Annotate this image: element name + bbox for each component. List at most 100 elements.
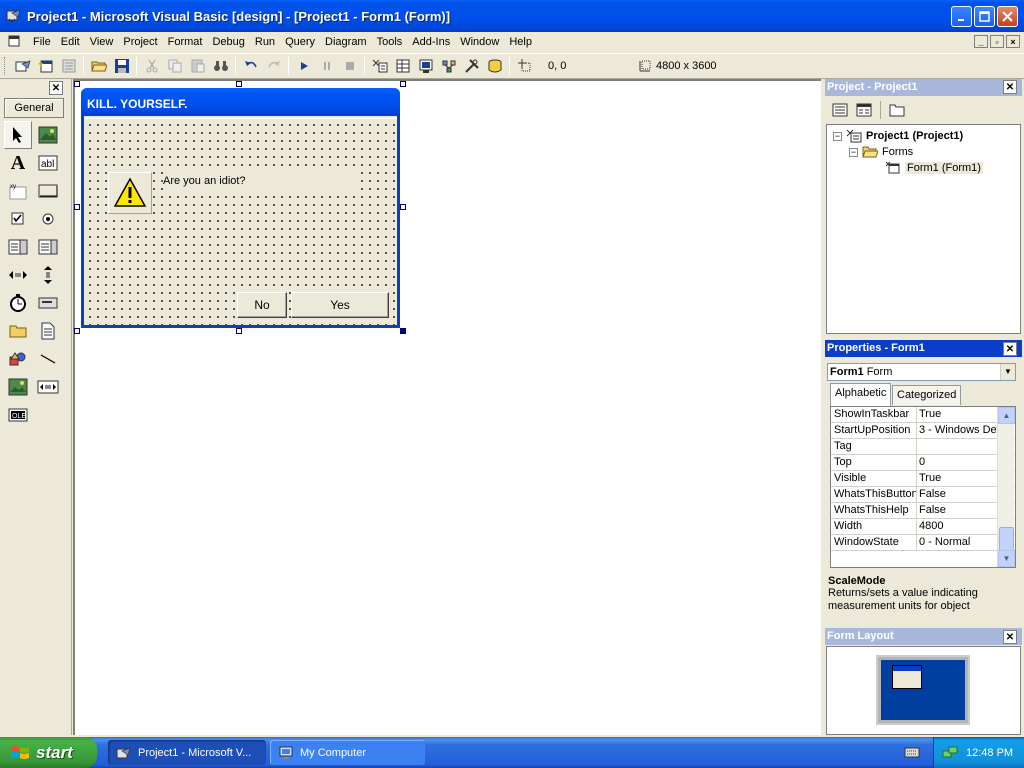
property-value[interactable] [917, 439, 997, 454]
tree-node-forms[interactable]: − Forms [849, 144, 913, 160]
pointer-tool[interactable] [4, 121, 32, 149]
add-form-button[interactable]: ✦ [34, 55, 57, 77]
keyboard-icon[interactable] [904, 745, 920, 759]
scroll-down-icon[interactable]: ▼ [998, 550, 1015, 567]
child-minimize-button[interactable]: _ [974, 35, 988, 48]
chevron-down-icon[interactable]: ▼ [1000, 364, 1015, 380]
tab-categorized[interactable]: Categorized [892, 385, 962, 405]
network-icon[interactable] [942, 745, 958, 761]
listbox-tool[interactable] [34, 233, 62, 261]
property-value[interactable]: True [917, 407, 997, 422]
vb-app-icon[interactable] [6, 8, 22, 24]
commandbutton-tool[interactable] [34, 177, 62, 205]
property-value[interactable]: False [917, 503, 997, 518]
start-button[interactable]: start [0, 737, 97, 768]
child-restore-button[interactable]: ▫ [990, 35, 1004, 48]
textbox-tool[interactable]: abl [34, 149, 62, 177]
picturebox-tool[interactable] [34, 121, 62, 149]
dirlistbox-tool[interactable] [4, 317, 32, 345]
menu-project[interactable]: Project [118, 32, 162, 52]
menu-view[interactable]: View [85, 32, 119, 52]
resize-handle-l[interactable] [74, 204, 80, 210]
form-position-preview[interactable] [892, 665, 922, 689]
collapse-icon[interactable]: − [849, 147, 858, 157]
project-explorer-button[interactable] [368, 55, 391, 77]
combobox-tool[interactable] [4, 233, 32, 261]
resize-handle-t[interactable] [236, 81, 242, 87]
properties-close-button[interactable]: ✕ [1003, 342, 1017, 356]
close-button[interactable] [997, 6, 1018, 27]
image-tool[interactable] [4, 373, 32, 401]
object-browser-button[interactable] [437, 55, 460, 77]
cut-button[interactable] [140, 55, 163, 77]
project-explorer-close-button[interactable]: ✕ [1003, 80, 1017, 94]
menu-query[interactable]: Query [280, 32, 320, 52]
property-row[interactable]: Tag [831, 439, 1015, 455]
menu-edit[interactable]: Edit [56, 32, 85, 52]
property-row[interactable]: Visible True [831, 471, 1015, 487]
form-layout-close-button[interactable]: ✕ [1003, 630, 1017, 644]
scroll-thumb[interactable] [999, 527, 1014, 551]
resize-handle-tl[interactable] [74, 81, 80, 87]
checkbox-tool[interactable] [4, 205, 32, 233]
optionbutton-tool[interactable] [34, 205, 62, 233]
menu-debug[interactable]: Debug [207, 32, 249, 52]
frame-tool[interactable]: xy [4, 177, 32, 205]
open-project-button[interactable] [87, 55, 110, 77]
property-row[interactable]: Width 4800 [831, 519, 1015, 535]
menu-diagram[interactable]: Diagram [320, 32, 372, 52]
menu-window[interactable]: Window [455, 32, 504, 52]
resize-handle-tr[interactable] [400, 81, 406, 87]
copy-button[interactable] [163, 55, 186, 77]
tree-node-project[interactable]: − Project1 (Project1) [833, 128, 963, 144]
hscrollbar-tool[interactable] [4, 261, 32, 289]
properties-window-button[interactable] [391, 55, 414, 77]
save-project-button[interactable] [110, 55, 133, 77]
property-value[interactable]: 4800 [917, 519, 997, 534]
menu-run[interactable]: Run [250, 32, 280, 52]
scroll-up-icon[interactable]: ▲ [998, 407, 1015, 424]
label-tool[interactable]: A [4, 149, 32, 177]
property-row[interactable]: ShowInTaskbar True [831, 407, 1015, 423]
taskbar-button-my-computer[interactable]: My Computer [270, 740, 425, 765]
child-close-button[interactable]: × [1006, 35, 1020, 48]
clock[interactable]: 12:48 PM [966, 747, 1013, 759]
property-row[interactable]: WhatsThisButton False [831, 487, 1015, 503]
start-button[interactable] [292, 55, 315, 77]
filelistbox-tool[interactable] [34, 317, 62, 345]
menu-file[interactable]: File [28, 32, 56, 52]
property-value[interactable]: 0 - Normal [917, 535, 997, 550]
property-row[interactable]: WindowState 0 - Normal [831, 535, 1015, 551]
property-row[interactable]: WhatsThisHelp False [831, 503, 1015, 519]
taskbar-button-vb[interactable]: Project1 - Microsoft V... [108, 740, 266, 765]
view-object-button[interactable] [853, 100, 875, 120]
property-value[interactable]: True [917, 471, 997, 486]
property-row[interactable]: Top 0 [831, 455, 1015, 471]
data-tool[interactable] [34, 373, 62, 401]
ole-tool[interactable]: OLE [4, 401, 32, 429]
menu-editor-button[interactable] [57, 55, 80, 77]
timer-tool[interactable] [4, 289, 32, 317]
view-code-button[interactable] [829, 100, 851, 120]
tab-alphabetic[interactable]: Alphabetic [830, 383, 892, 406]
property-row[interactable]: StartUpPosition 3 - Windows Def [831, 423, 1015, 439]
toolbox-button[interactable] [460, 55, 483, 77]
resize-handle-r[interactable] [400, 204, 406, 210]
form-system-menu-icon[interactable] [8, 35, 22, 49]
find-button[interactable] [209, 55, 232, 77]
add-project-button[interactable] [11, 55, 34, 77]
resize-handle-bl[interactable] [74, 328, 80, 334]
properties-scrollbar[interactable]: ▲ ▼ [997, 407, 1015, 567]
line-tool[interactable] [34, 345, 62, 373]
property-value[interactable]: 3 - Windows Def [917, 423, 997, 438]
minimize-button[interactable] [951, 6, 972, 27]
menu-tools[interactable]: Tools [372, 32, 408, 52]
drivelistbox-tool[interactable] [34, 289, 62, 317]
menu-format[interactable]: Format [163, 32, 208, 52]
object-selector-combo[interactable]: Form1 Form ▼ [827, 363, 1016, 381]
property-value[interactable]: 0 [917, 455, 997, 470]
form1-design-window[interactable]: KILL. YOURSELF. Are you an idiot? No Yes [81, 88, 400, 328]
toggle-folders-button[interactable] [886, 100, 908, 120]
shape-tool[interactable] [4, 345, 32, 373]
form-body-grid[interactable]: Are you an idiot? No Yes [84, 118, 397, 325]
